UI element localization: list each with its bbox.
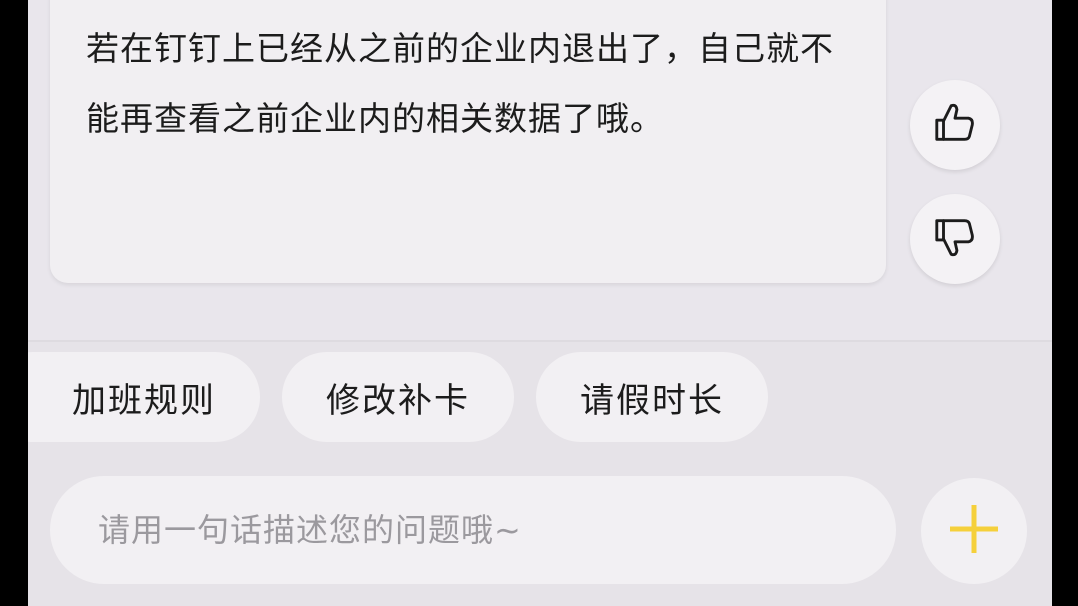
message-input[interactable] (50, 476, 896, 584)
quick-reply-modify-clock-in[interactable]: 修改补卡 (282, 352, 514, 442)
thumbs-up-icon (932, 100, 978, 150)
thumbs-down-icon (932, 214, 978, 264)
chat-screen: 若在钉钉上已经从之前的企业内退出了，自己就不能再查看之前企业内的相关数据了哦。 … (28, 0, 1052, 606)
bot-message-bubble: 若在钉钉上已经从之前的企业内退出了，自己就不能再查看之前企业内的相关数据了哦。 (50, 0, 886, 283)
quick-reply-leave-duration[interactable]: 请假时长 (536, 352, 768, 442)
quick-reply-overtime-rules[interactable]: 加班规则 (28, 352, 260, 442)
divider (28, 340, 1052, 342)
like-button[interactable] (910, 80, 1000, 170)
plus-icon (946, 501, 1002, 561)
input-row (28, 476, 1052, 588)
bot-message-text: 若在钉钉上已经从之前的企业内退出了，自己就不能再查看之前企业内的相关数据了哦。 (86, 29, 834, 138)
quick-reply-row: 加班规则 修改补卡 请假时长 (28, 352, 1052, 442)
dislike-button[interactable] (910, 194, 1000, 284)
more-actions-button[interactable] (921, 478, 1027, 584)
chat-area: 若在钉钉上已经从之前的企业内退出了，自己就不能再查看之前企业内的相关数据了哦。 (28, 0, 1052, 340)
